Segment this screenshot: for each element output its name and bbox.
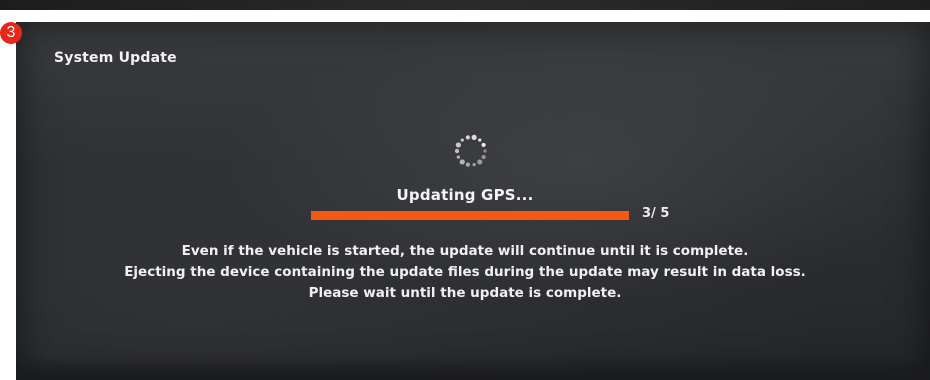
top-frame-bar (0, 0, 930, 10)
update-progress-fill (311, 211, 629, 220)
page: 3 System Update Updating GPS... 3/ 5 Eve… (0, 0, 930, 380)
warning-line-3: Please wait until the update is complete… (308, 285, 622, 301)
spinner-dot (465, 162, 470, 167)
spinner-dot (459, 159, 465, 165)
spinner-dot (477, 159, 483, 165)
spinner-dot (483, 149, 487, 153)
loading-spinner-icon (454, 134, 487, 167)
spinner-dot (460, 138, 464, 142)
spinner-dot (465, 135, 470, 140)
spinner-dot (471, 134, 477, 140)
step-number-badge: 3 (0, 22, 22, 44)
update-progress-bar (311, 211, 629, 220)
spinner-dot (455, 142, 461, 148)
screen-bottom-bezel (16, 358, 930, 380)
update-status-text: Updating GPS... (396, 186, 534, 204)
spinner-dot (454, 148, 460, 154)
update-warning-message: Even if the vehicle is started, the upda… (0, 241, 930, 304)
spinner-dot (456, 155, 460, 159)
warning-line-1: Even if the vehicle is started, the upda… (181, 243, 749, 259)
spinner-dot (472, 163, 476, 167)
update-progress-count: 3/ 5 (642, 206, 670, 221)
spinner-dot (481, 154, 486, 160)
warning-line-2: Ejecting the device containing the updat… (124, 264, 806, 280)
spinner-dot (481, 142, 486, 148)
spinner-dot (478, 138, 482, 142)
page-title: System Update (54, 50, 177, 66)
